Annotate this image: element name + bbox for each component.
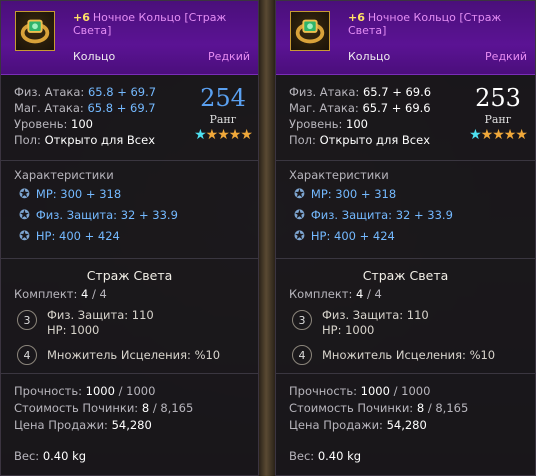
- star-icon: ✪: [19, 187, 30, 202]
- item-type: Кольцо: [348, 50, 391, 63]
- set-bonus-3-badge: 3: [292, 310, 312, 330]
- item-meta: Прочность: 1000 / 1000 Стоимость Починки…: [1, 374, 258, 434]
- item-weight: Вес: 0.40 kg: [14, 449, 87, 463]
- set-title: Страж Света: [362, 268, 449, 283]
- rank-block: 254 Ранг ★★★★★: [187, 84, 259, 143]
- set-title: Страж Света: [86, 268, 173, 283]
- item-tooltip-compare: +6 Ночное Кольцо [Страж Света] Кольцо Ред…: [275, 0, 536, 476]
- enhance-level: +6: [73, 11, 90, 24]
- rank-label: Ранг: [484, 113, 512, 126]
- base-stats: Физ. Атака: 65.8 + 69.7 Маг. Атака: 65.8…: [1, 75, 258, 160]
- set-bonus-3-badge: 3: [17, 310, 37, 330]
- star-icon: ★★★★: [480, 127, 528, 143]
- characteristics-title: Характеристики: [289, 168, 389, 182]
- phys-attack-stat: Физ. Атака: 65.8 + 69.7: [14, 85, 157, 99]
- star-icon: ✪: [294, 187, 305, 202]
- star-icon: ✪: [294, 208, 305, 223]
- star-icon: ✪: [294, 229, 305, 244]
- set-bonus-4-badge: 4: [292, 345, 312, 365]
- mag-attack-stat: Маг. Атака: 65.8 + 69.7: [14, 101, 156, 115]
- item-meta: Прочность: 1000 / 1000 Стоимость Починки…: [276, 374, 535, 434]
- item-type: Кольцо: [73, 50, 116, 63]
- phys-attack-stat: Физ. Атака: 65.7 + 69.6: [289, 85, 432, 99]
- item-rarity: Редкий: [208, 50, 250, 63]
- durability: Прочность: 1000 / 1000: [14, 384, 156, 398]
- item-tooltip-equipped: +6 Ночное Кольцо [Страж Света] Кольцо Ред…: [0, 0, 259, 476]
- star-icon: ✪: [19, 208, 30, 223]
- item-weight: Вес: 0.40 kg: [289, 449, 362, 463]
- sell-price: Цена Продажи: 54,280: [289, 418, 427, 432]
- rank-label: Ранг: [209, 113, 237, 126]
- durability: Прочность: 1000 / 1000: [289, 384, 431, 398]
- set-count: Комплект: 4 / 4: [14, 287, 107, 301]
- item-name: +6 Ночное Кольцо [Страж Света]: [348, 11, 526, 37]
- gender-stat: Пол: Открыто для Всех: [289, 133, 431, 147]
- characteristics-section: Характеристики ✪ MP: 300 + 318 ✪ Физ. Защи…: [276, 161, 535, 258]
- set-bonus-4-effect: Множитель Исцеления: %10: [47, 348, 221, 362]
- characteristics-title: Характеристики: [14, 168, 114, 182]
- star-icon: ✪: [19, 229, 30, 244]
- star-icon: ★: [194, 127, 207, 143]
- repair-cost: Стоимость Починки: 8 / 8,165: [14, 401, 194, 415]
- item-title: Ночное Кольцо [Страж Света]: [348, 11, 502, 37]
- mag-attack-stat: Маг. Атака: 65.7 + 69.6: [289, 101, 431, 115]
- char-row-phys-def: ✪ Физ. Защита: 32 + 33.9: [19, 208, 178, 223]
- set-section: Страж Света Комплект: 4 / 4 3 Физ. Защит…: [276, 259, 535, 373]
- rank-value: 253: [475, 84, 521, 112]
- char-row-mp: ✪ MP: 300 + 318: [19, 187, 122, 202]
- rank-value: 254: [200, 84, 246, 112]
- ring-item-icon: [15, 11, 55, 51]
- star-icon: ★★★★: [205, 127, 253, 143]
- rank-stars: ★★★★★: [462, 127, 534, 143]
- panel-divider: [259, 0, 275, 476]
- char-row-mp: ✪ MP: 300 + 318: [294, 187, 397, 202]
- char-row-hp: ✪ HP: 400 + 424: [19, 229, 120, 244]
- sell-price: Цена Продажи: 54,280: [14, 418, 152, 432]
- star-icon: ★: [469, 127, 482, 143]
- ring-item-icon: [290, 11, 330, 51]
- char-row-phys-def: ✪ Физ. Защита: 32 + 33.9: [294, 208, 453, 223]
- set-section: Страж Света Комплект: 4 / 4 3 Физ. Защит…: [1, 259, 258, 373]
- rank-block: 253 Ранг ★★★★★: [462, 84, 534, 143]
- set-count: Комплект: 4 / 4: [289, 287, 382, 301]
- enhance-level: +6: [348, 11, 365, 24]
- char-row-hp: ✪ HP: 400 + 424: [294, 229, 395, 244]
- set-bonus-3-effect: Физ. Защита: 110 HP: 1000: [47, 308, 154, 337]
- item-name: +6 Ночное Кольцо [Страж Света]: [73, 11, 251, 37]
- level-stat: Уровень: 100: [289, 117, 368, 131]
- item-rarity: Редкий: [485, 50, 527, 63]
- repair-cost: Стоимость Починки: 8 / 8,165: [289, 401, 469, 415]
- characteristics-section: Характеристики ✪ MP: 300 + 318 ✪ Физ. Защи…: [1, 161, 258, 258]
- set-bonus-3-effect: Физ. Защита: 110 HP: 1000: [322, 308, 429, 337]
- set-bonus-4-badge: 4: [17, 345, 37, 365]
- base-stats: Физ. Атака: 65.7 + 69.6 Маг. Атака: 65.7…: [276, 75, 535, 160]
- gender-stat: Пол: Открыто для Всех: [14, 133, 156, 147]
- item-header: +6 Ночное Кольцо [Страж Света] Кольцо Ред…: [276, 1, 535, 75]
- rank-stars: ★★★★★: [187, 127, 259, 143]
- set-bonus-4-effect: Множитель Исцеления: %10: [322, 348, 496, 362]
- item-title: Ночное Кольцо [Страж Света]: [73, 11, 227, 37]
- item-header: +6 Ночное Кольцо [Страж Света] Кольцо Ред…: [1, 1, 258, 75]
- level-stat: Уровень: 100: [14, 117, 93, 131]
